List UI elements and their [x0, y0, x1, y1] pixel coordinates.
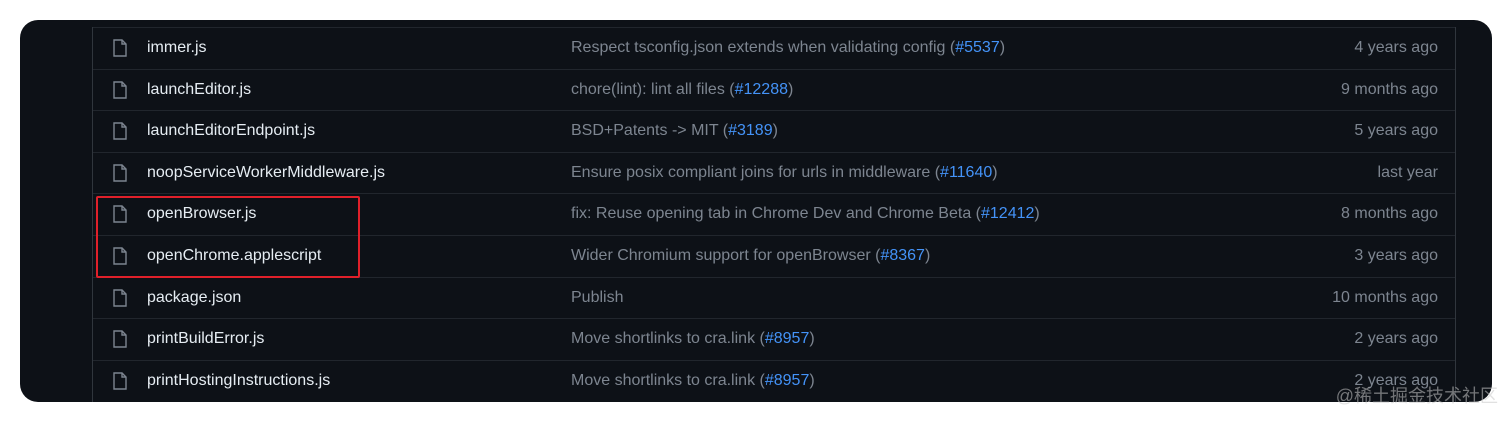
commit-message[interactable]: Ensure posix compliant joins for urls in… — [571, 153, 998, 193]
pr-link[interactable]: #11640 — [940, 164, 992, 181]
file-icon — [113, 122, 127, 140]
commit-message[interactable]: Wider Chromium support for openBrowser (… — [571, 236, 930, 276]
commit-age: 3 years ago — [1354, 247, 1438, 264]
file-name-link[interactable]: package.json — [147, 278, 241, 318]
file-name-link[interactable]: launchEditor.js — [147, 70, 251, 110]
commit-message[interactable]: fix: Reuse opening tab in Chrome Dev and… — [571, 194, 1040, 234]
pr-link[interactable]: #5537 — [955, 39, 1000, 56]
commit-message[interactable]: Move shortlinks to cra.link (#8957) — [571, 361, 815, 401]
commit-age: 10 months ago — [1332, 288, 1438, 306]
table-row[interactable]: launchEditor.js chore(lint): lint all fi… — [93, 68, 1455, 111]
file-name-link[interactable]: noopServiceWorkerMiddleware.js — [147, 153, 385, 193]
commit-age: 4 years ago — [1354, 39, 1438, 56]
pr-link[interactable]: #3189 — [728, 122, 773, 139]
file-name-link[interactable]: printBuildError.js — [147, 319, 264, 359]
watermark-text: @稀土掘金技术社区 — [1335, 386, 1498, 406]
table-row[interactable]: noopServiceWorkerMiddleware.js Ensure po… — [93, 151, 1455, 194]
commit-age: last year — [1377, 163, 1438, 181]
table-row[interactable]: launchEditorEndpoint.js BSD+Patents -> M… — [93, 110, 1455, 152]
pr-link[interactable]: #8367 — [880, 247, 925, 264]
file-icon — [113, 80, 127, 99]
table-row[interactable]: package.json Publish 10 months ago — [93, 276, 1455, 319]
pr-link[interactable]: #8957 — [765, 372, 810, 389]
table-row[interactable]: printHostingInstructions.js Move shortli… — [93, 359, 1455, 402]
pr-link[interactable]: #12412 — [981, 205, 1034, 222]
table-row[interactable]: immer.js Respect tsconfig.json extends w… — [93, 27, 1455, 69]
commit-age: 8 months ago — [1341, 205, 1438, 223]
file-icon — [113, 372, 127, 390]
commit-age: 2 years ago — [1354, 330, 1438, 348]
table-row[interactable]: printBuildError.js Move shortlinks to cr… — [93, 318, 1455, 360]
file-name-link[interactable]: launchEditorEndpoint.js — [147, 111, 315, 151]
commit-message[interactable]: Respect tsconfig.json extends when valid… — [571, 28, 1005, 68]
file-icon — [113, 164, 127, 182]
commit-age: 5 years ago — [1354, 122, 1438, 140]
commit-age: 9 months ago — [1341, 80, 1438, 98]
file-icon — [113, 288, 127, 307]
file-icon — [113, 39, 127, 57]
commit-message[interactable]: BSD+Patents -> MIT (#3189) — [571, 111, 778, 151]
commit-message[interactable]: Move shortlinks to cra.link (#8957) — [571, 319, 815, 359]
file-name-link[interactable]: printHostingInstructions.js — [147, 361, 330, 401]
commit-message[interactable]: Publish — [571, 278, 623, 318]
pr-link[interactable]: #8957 — [765, 330, 810, 347]
commit-message[interactable]: chore(lint): lint all files (#12288) — [571, 70, 793, 110]
file-icon — [113, 330, 127, 348]
file-name-link[interactable]: immer.js — [147, 28, 207, 68]
highlight-box — [96, 196, 360, 278]
pr-link[interactable]: #12288 — [735, 81, 788, 98]
